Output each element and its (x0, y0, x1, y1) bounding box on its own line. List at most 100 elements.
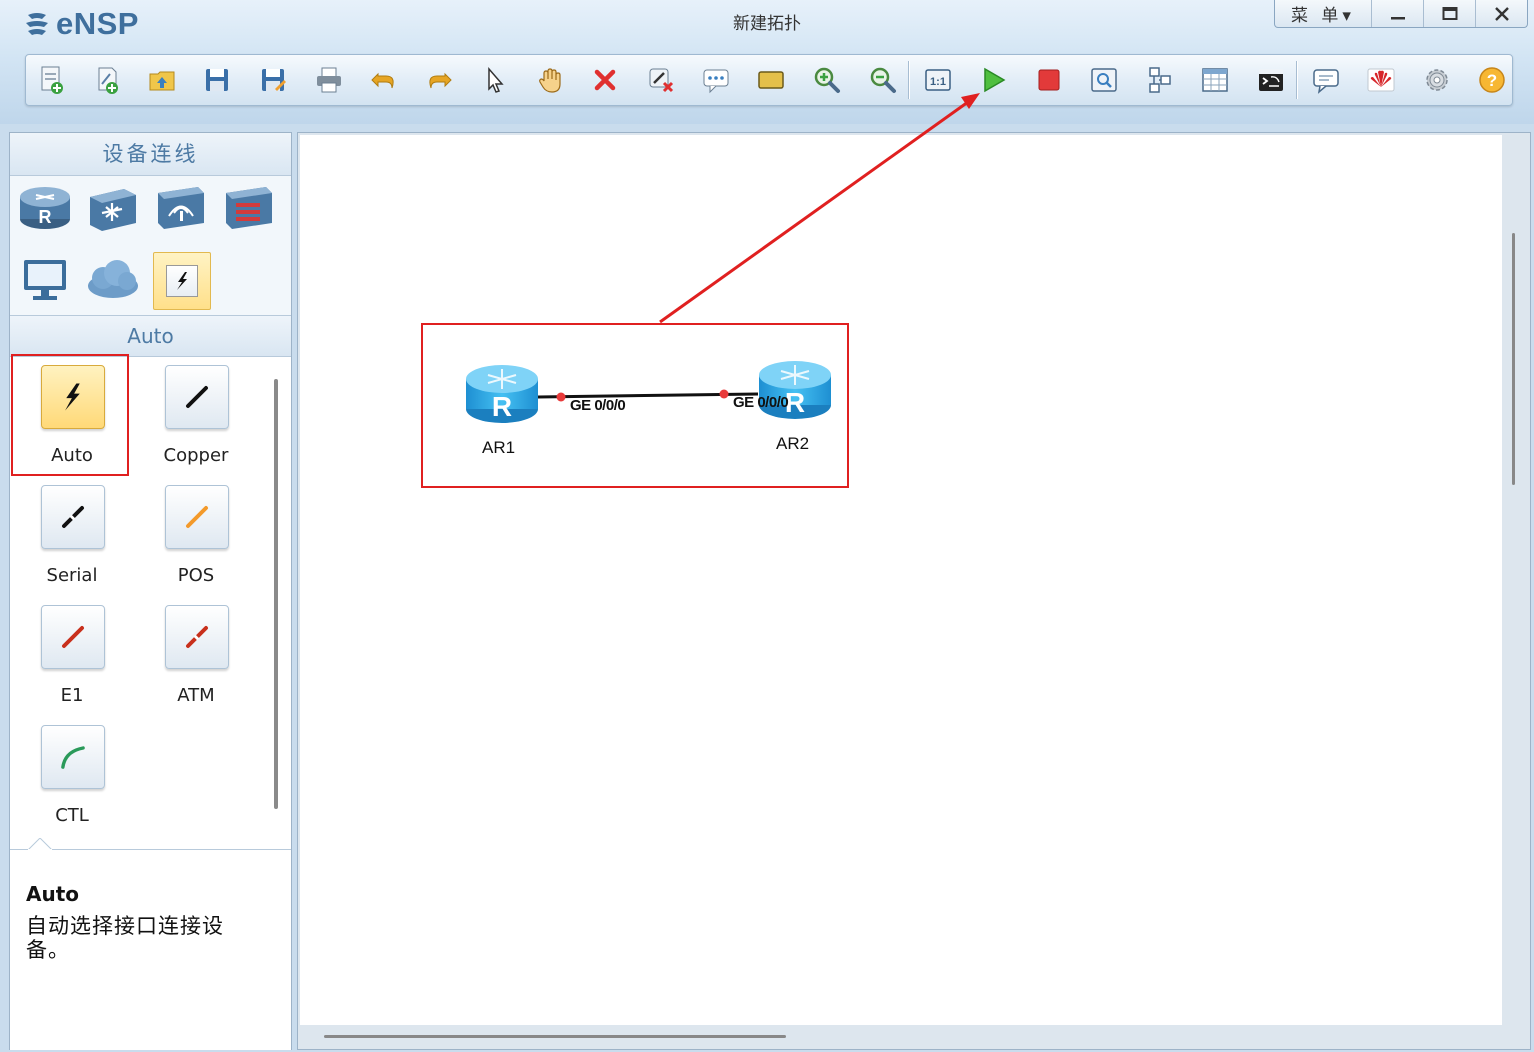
text-comment-icon (703, 69, 729, 94)
grid-button[interactable] (1199, 64, 1231, 96)
redo-icon (429, 72, 452, 89)
redo-button[interactable] (423, 64, 455, 96)
link-type-label: Serial (46, 565, 98, 586)
print-button[interactable] (313, 64, 345, 96)
ar2-port-dot (719, 389, 729, 399)
router-category[interactable]: R (17, 180, 73, 236)
rectangle-icon (758, 71, 784, 89)
canvas-horizontal-scrollbar[interactable] (324, 1035, 786, 1038)
actual-size-button[interactable]: 1:1 (922, 64, 954, 96)
svg-text:R: R (39, 207, 52, 227)
settings-gear-button[interactable] (1421, 64, 1453, 96)
rectangle-button[interactable] (755, 64, 787, 96)
capture-icon (1091, 68, 1117, 92)
zoom-in-icon (814, 67, 840, 93)
link-type-tile (165, 485, 229, 549)
canvas-vertical-scrollbar[interactable] (1512, 233, 1515, 485)
connection-category[interactable] (153, 252, 211, 310)
link-type-tile (41, 485, 105, 549)
command-line-icon (1259, 69, 1283, 91)
delete-icon (594, 69, 616, 91)
toolbar-separator (908, 61, 909, 99)
link-type-copper[interactable]: Copper (141, 357, 251, 467)
undo-icon (371, 72, 394, 89)
ar1-port-dot (556, 392, 566, 402)
ctl-link-icon (61, 746, 85, 769)
delete-button[interactable] (589, 64, 621, 96)
capture-button[interactable] (1088, 64, 1120, 96)
link-type-pos[interactable]: POS (141, 477, 251, 587)
save-as-button[interactable] (257, 64, 289, 96)
annotation-auto-box (11, 354, 129, 476)
zoom-out-button[interactable] (867, 64, 899, 96)
description-box: Auto 自动选择接口连接设备。 (10, 838, 291, 1050)
link-type-e1[interactable]: E1 (17, 597, 127, 707)
cloud-category[interactable] (85, 252, 141, 308)
cloud-icon (88, 260, 138, 298)
close-button[interactable] (1475, 0, 1527, 27)
chat-icon (1313, 69, 1339, 94)
maximize-button[interactable] (1423, 0, 1475, 27)
open-topology-icon (149, 71, 175, 91)
chat-button[interactable] (1310, 64, 1342, 96)
firewall-category[interactable] (221, 180, 277, 236)
link-type-label: ATM (177, 685, 215, 706)
link-type-label: POS (177, 565, 215, 586)
switch-category[interactable] (85, 180, 141, 236)
save-icon (206, 69, 228, 91)
new-example-button[interactable] (90, 64, 122, 96)
svg-text:1:1: 1:1 (930, 76, 946, 88)
link-list-scrollbar[interactable] (274, 379, 278, 809)
start-device-button[interactable] (977, 64, 1009, 96)
stop-device-icon (1038, 69, 1060, 91)
pointer-notch (28, 838, 52, 850)
wlan-category[interactable] (153, 180, 209, 236)
switch-icon (90, 189, 136, 231)
toolbar-separator (1296, 61, 1297, 99)
topology-button[interactable] (1144, 64, 1176, 96)
grid-icon (1202, 68, 1228, 92)
help-button[interactable]: ? (1476, 64, 1508, 96)
minimize-button[interactable] (1371, 0, 1423, 27)
link-type-label: E1 (60, 685, 84, 706)
zoom-in-button[interactable] (811, 64, 843, 96)
huawei-logo-button[interactable] (1365, 64, 1397, 96)
save-button[interactable] (201, 64, 233, 96)
link-type-tile (41, 605, 105, 669)
command-line-button[interactable] (1255, 64, 1287, 96)
link-type-serial[interactable]: Serial (17, 477, 127, 587)
connection-tile (166, 265, 198, 297)
menu-button[interactable]: 菜 单▾ (1275, 0, 1371, 27)
link-type-tile (165, 365, 229, 429)
help-icon: ? (1479, 67, 1505, 93)
link-type-atm[interactable]: ATM (141, 597, 251, 707)
delete-link-button[interactable] (645, 64, 677, 96)
undo-button[interactable] (368, 64, 400, 96)
link-type-label: CTL (55, 805, 89, 826)
device-category-grid: R (10, 176, 291, 316)
description-title: Auto (26, 882, 80, 906)
link-type-title: Auto (10, 316, 291, 357)
stop-device-button[interactable] (1033, 64, 1065, 96)
save-as-icon (262, 69, 286, 91)
wireless-ap-icon (158, 187, 204, 229)
topology-canvas-frame: R AR1 R AR2 GE 0/0/0 GE 0/0/0 (297, 132, 1531, 1050)
pan-hand-button[interactable] (534, 64, 566, 96)
topology-icon (1149, 67, 1171, 93)
select-pointer-button[interactable] (478, 64, 510, 96)
topology-canvas[interactable]: R AR1 R AR2 GE 0/0/0 GE 0/0/0 (300, 135, 1502, 1025)
open-topology-button[interactable] (146, 64, 178, 96)
link-type-list: Auto Copper Serial POS E1 ATM CTL (10, 354, 291, 830)
huawei-logo-icon (1367, 68, 1395, 92)
new-example-icon (98, 67, 118, 94)
link-type-ctl[interactable]: CTL (17, 717, 127, 827)
pc-icon (24, 260, 66, 300)
lightning-icon (177, 272, 187, 290)
ar2-port-label: GE 0/0/0 (733, 394, 789, 411)
text-comment-button[interactable] (700, 64, 732, 96)
pc-category[interactable] (17, 252, 73, 308)
topology-link-layer (537, 389, 759, 402)
new-topology-button[interactable] (35, 64, 67, 96)
delete-link-icon (649, 68, 674, 93)
print-icon (317, 67, 341, 93)
